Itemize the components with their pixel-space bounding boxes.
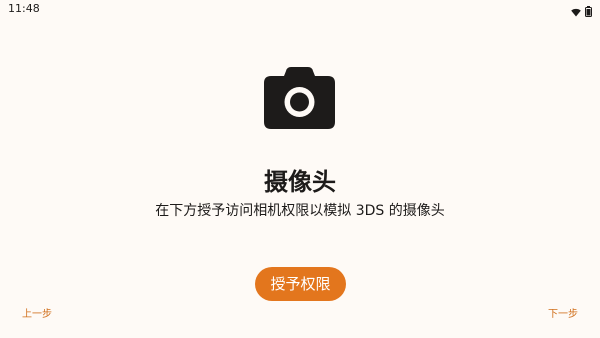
grant-permission-button[interactable]: 授予权限 bbox=[255, 267, 346, 301]
page-title: 摄像头 bbox=[264, 168, 336, 196]
camera-permission-screen: 11:48 摄像头 在下方授予访问相机权限以模拟 3DS 的摄像头 授予权限 上… bbox=[0, 0, 600, 338]
status-bar: 11:48 bbox=[0, 0, 600, 18]
status-time: 11:48 bbox=[8, 2, 40, 15]
page-description: 在下方授予访问相机权限以模拟 3DS 的摄像头 bbox=[155, 203, 445, 219]
next-step-button[interactable]: 下一步 bbox=[548, 309, 578, 321]
status-icons bbox=[571, 2, 592, 21]
wifi-icon bbox=[571, 2, 581, 21]
battery-icon bbox=[585, 2, 592, 21]
camera-icon bbox=[264, 67, 335, 129]
previous-step-button[interactable]: 上一步 bbox=[22, 309, 52, 321]
